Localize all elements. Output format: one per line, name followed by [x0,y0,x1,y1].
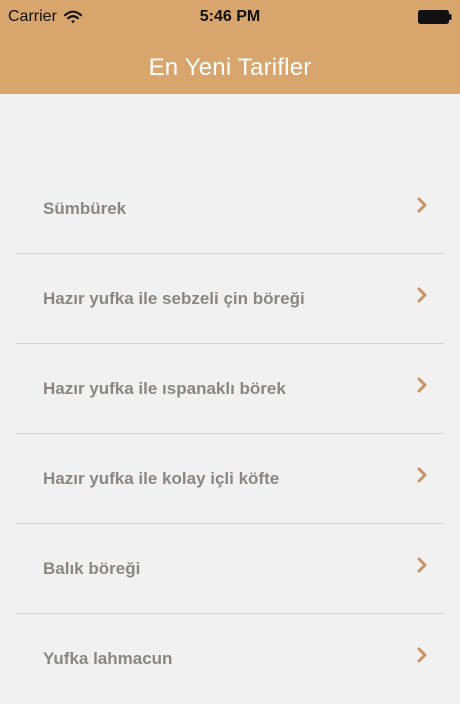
chevron-right-icon [417,287,427,303]
recipe-list-item[interactable]: Sümbürek [0,164,460,254]
recipe-title: Hazır yufka ile kolay içli köfte [43,469,280,488]
recipe-list-item[interactable]: Yufka lahmacun [0,614,460,704]
recipe-title: Hazır yufka ile sebzeli çin böreği [43,289,305,308]
recipe-title: Yufka lahmacun [43,649,173,668]
page-title: En Yeni Tarifler [148,54,312,81]
recipe-title: Hazır yufka ile ıspanaklı börek [43,379,286,398]
recipe-list-item[interactable]: Hazır yufka ile ıspanaklı börek [0,344,460,434]
recipe-title: Sümbürek [43,199,127,218]
status-bar: Carrier 5:46 PM [0,0,460,34]
battery-icon [418,10,452,24]
recipe-list-item[interactable]: Hazır yufka ile kolay içli köfte [0,434,460,524]
navigation-header: Carrier 5:46 PM En Yeni Tarifler [0,0,460,94]
chevron-right-icon [417,197,427,213]
status-time: 5:46 PM [199,8,261,25]
chevron-right-icon [417,377,427,393]
recipe-list: Sümbürek Hazır yufka ile sebzeli çin bör… [0,164,460,704]
chevron-right-icon [417,467,427,483]
chevron-right-icon [417,647,427,663]
recipe-title: Balık böreği [43,559,141,578]
recipe-list-item[interactable]: Hazır yufka ile sebzeli çin böreği [0,254,460,344]
chevron-right-icon [417,557,427,573]
recipe-list-item[interactable]: Balık böreği [0,524,460,614]
